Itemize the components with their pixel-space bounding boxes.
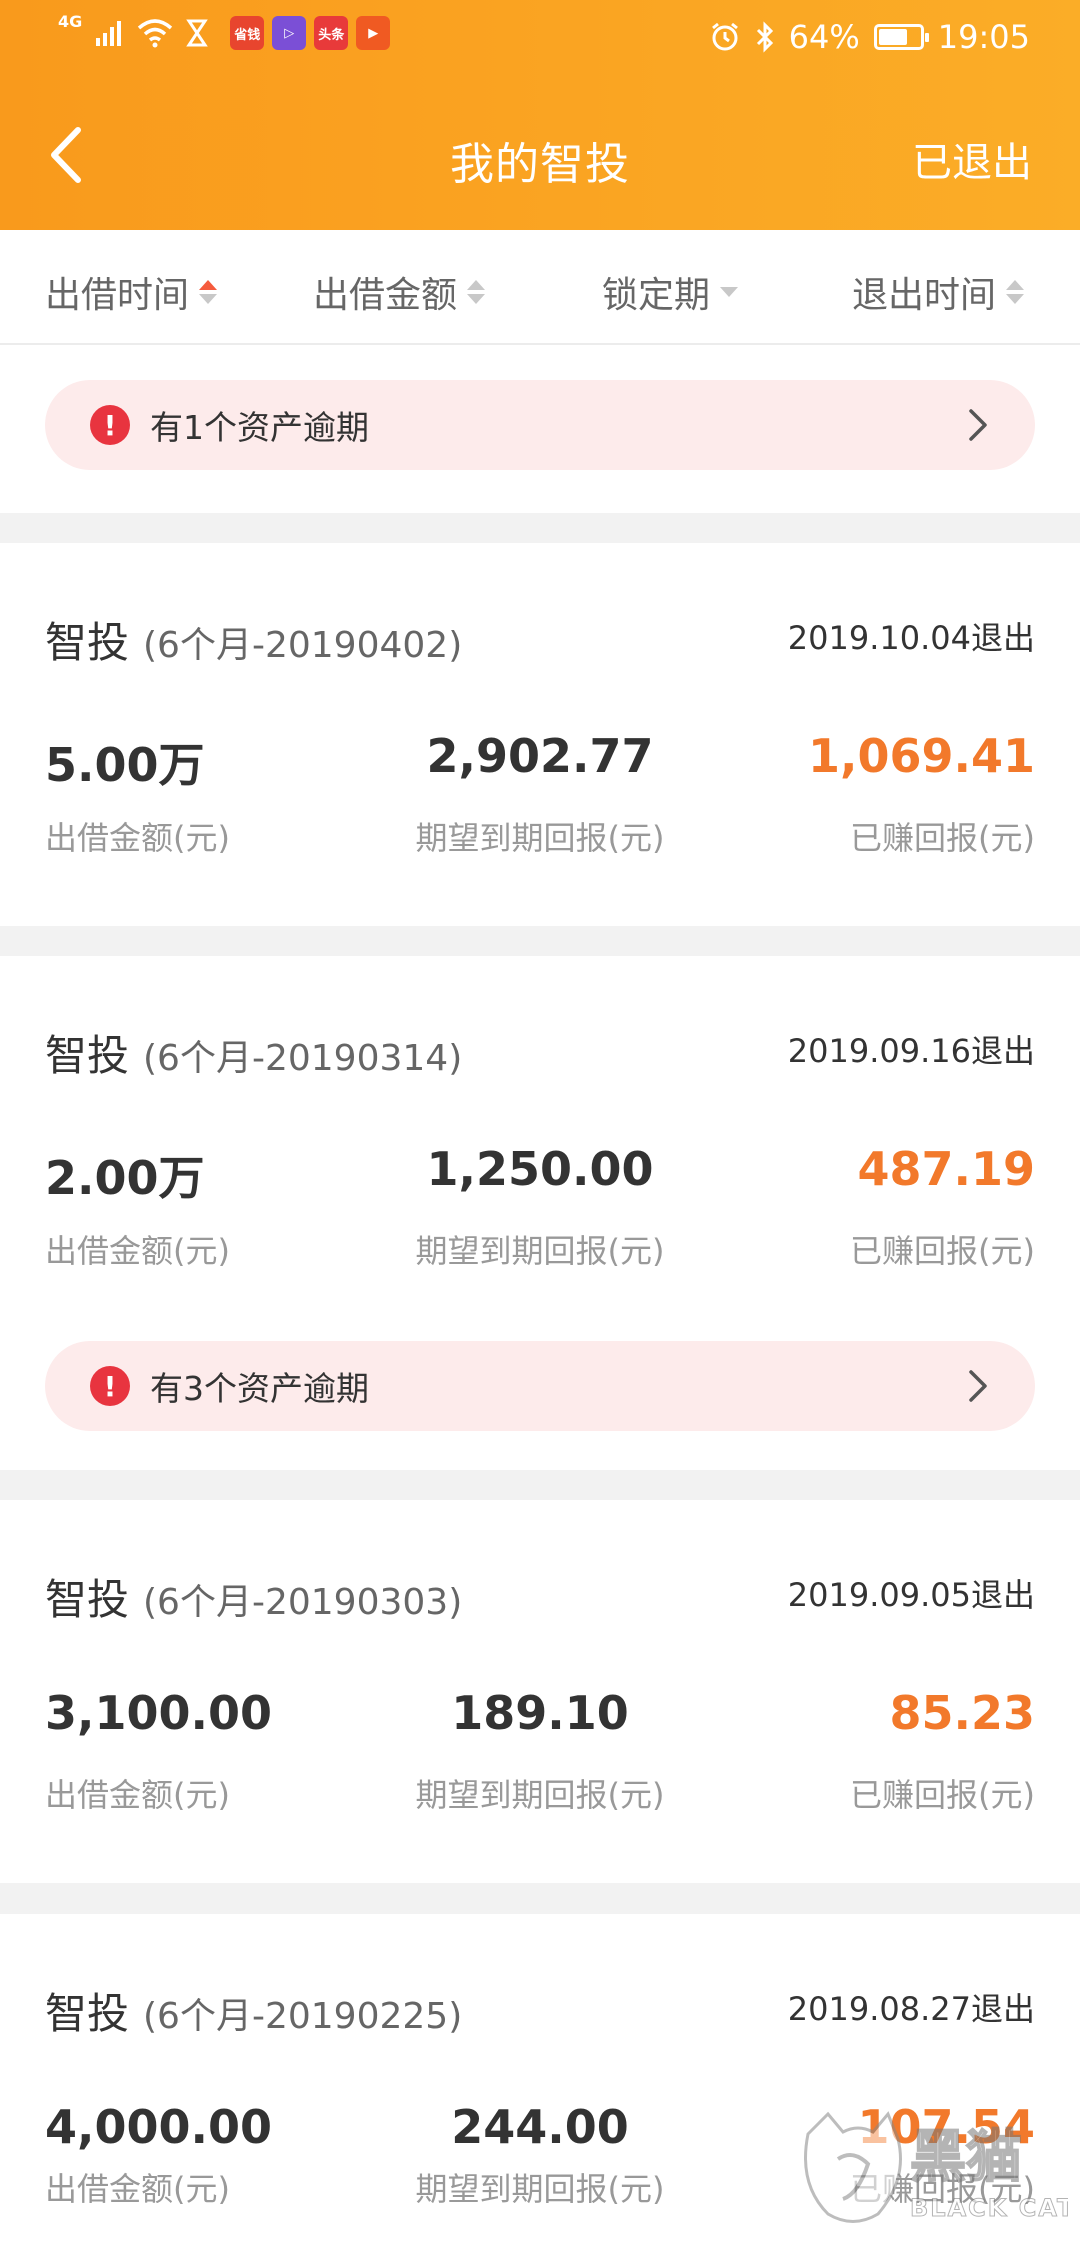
card-title: 智投 (6个月-20190303): [45, 1566, 462, 1627]
battery-percent: 64%: [788, 18, 860, 56]
product-name: 智投: [45, 1989, 130, 2038]
investment-card[interactable]: 智投 (6个月-20190303) 2019.09.05退出 3,100.00 …: [0, 1500, 1080, 1883]
earned-return-label: 已赚回报(元): [850, 2170, 1035, 2208]
sort-label: 退出时间: [852, 275, 997, 316]
sort-bar: 出借时间 出借金额 锁定期 退出时间: [0, 230, 1080, 345]
earned-return-label: 已赚回报(元): [850, 1232, 1035, 1270]
alert-text: 有1个资产逾期: [150, 408, 369, 447]
chevron-right-icon: [969, 1370, 987, 1402]
product-code: (6个月-20190314): [143, 1038, 463, 1079]
chevron-right-icon: [969, 409, 987, 441]
exit-date: 2019.10.04退出: [787, 619, 1035, 657]
app-icon-toutiao: 头条: [314, 16, 349, 50]
card-title: 智投 (6个月-20190314): [45, 1022, 462, 1083]
investment-card[interactable]: 智投 (6个月-20190314) 2019.09.16退出 2.00万 1,2…: [0, 956, 1080, 1470]
card-title: 智投 (6个月-20190402): [45, 609, 462, 670]
sort-by-lock-period[interactable]: 锁定期: [602, 266, 739, 318]
status-time: 19:05: [937, 18, 1030, 56]
hourglass-icon: [186, 19, 209, 47]
wifi-icon: [138, 19, 173, 48]
alarm-icon: [711, 22, 738, 51]
exclamation-icon: !: [90, 405, 130, 445]
investment-card[interactable]: 智投 (6个月-20190225) 2019.08.27退出 4,000.00 …: [0, 1914, 1080, 2244]
earned-return-label: 已赚回报(元): [850, 819, 1035, 857]
earned-return-value: 107.54: [857, 2100, 1035, 2154]
sort-by-lend-time[interactable]: 出借时间: [45, 266, 218, 318]
earned-return-label: 已赚回报(元): [850, 1776, 1035, 1814]
sort-label: 出借时间: [45, 275, 190, 316]
sort-by-lend-amount[interactable]: 出借金额: [313, 266, 486, 318]
app-header: 4G 省钱 ▷ 头条 ▶ 64% 19:05 我的智投 已退出: [0, 0, 1080, 230]
exclamation-icon: !: [90, 1366, 130, 1406]
card-title: 智投 (6个月-20190225): [45, 1980, 462, 2041]
battery-icon: [873, 24, 929, 50]
earned-return-value: 487.19: [857, 1142, 1035, 1196]
overdue-alert[interactable]: ! 有3个资产逾期: [45, 1341, 1035, 1431]
overdue-alert-section: ! 有1个资产逾期: [0, 345, 1080, 513]
product-name: 智投: [45, 618, 130, 667]
earned-return-value: 85.23: [889, 1686, 1035, 1740]
product-code: (6个月-20190303): [143, 1582, 463, 1623]
sort-by-exit-time[interactable]: 退出时间: [852, 266, 1025, 318]
sort-arrows-icon: [467, 280, 486, 304]
alert-text: 有3个资产逾期: [150, 1369, 369, 1408]
network-type: 4G: [58, 11, 83, 31]
notification-apps: 省钱 ▷ 头条 ▶: [230, 16, 391, 50]
exit-date: 2019.09.16退出: [787, 1032, 1035, 1070]
exit-date: 2019.08.27退出: [787, 1990, 1035, 2028]
exit-date: 2019.09.05退出: [787, 1576, 1035, 1614]
exited-tab-button[interactable]: 已退出: [912, 130, 1032, 188]
app-icon-video: ▷: [272, 16, 307, 50]
overdue-alert[interactable]: ! 有1个资产逾期: [45, 380, 1035, 470]
product-code: (6个月-20190402): [143, 625, 463, 666]
product-name: 智投: [45, 1575, 130, 1624]
status-right: 64% 19:05: [709, 18, 1030, 56]
product-name: 智投: [45, 1031, 130, 1080]
nav-bar: 我的智投 已退出: [0, 80, 1080, 230]
status-left: 4G 省钱 ▷ 头条 ▶: [58, 12, 391, 50]
bluetooth-icon: [756, 21, 773, 53]
earned-return-value: 1,069.41: [808, 729, 1035, 783]
status-bar: 4G 省钱 ▷ 头条 ▶ 64% 19:05: [0, 0, 1080, 80]
app-icon-player: ▶: [356, 16, 391, 50]
sort-arrows-icon: [1006, 280, 1025, 304]
dropdown-arrow-icon: [720, 287, 739, 297]
sort-arrows-icon: [199, 280, 218, 304]
investment-card[interactable]: 智投 (6个月-20190402) 2019.10.04退出 5.00万 2,9…: [0, 543, 1080, 926]
product-code: (6个月-20190225): [143, 1996, 463, 2037]
sort-label: 锁定期: [602, 275, 711, 316]
app-icon-savings: 省钱: [230, 16, 265, 50]
sort-label: 出借金额: [313, 275, 458, 316]
signal-icon: [96, 21, 122, 46]
